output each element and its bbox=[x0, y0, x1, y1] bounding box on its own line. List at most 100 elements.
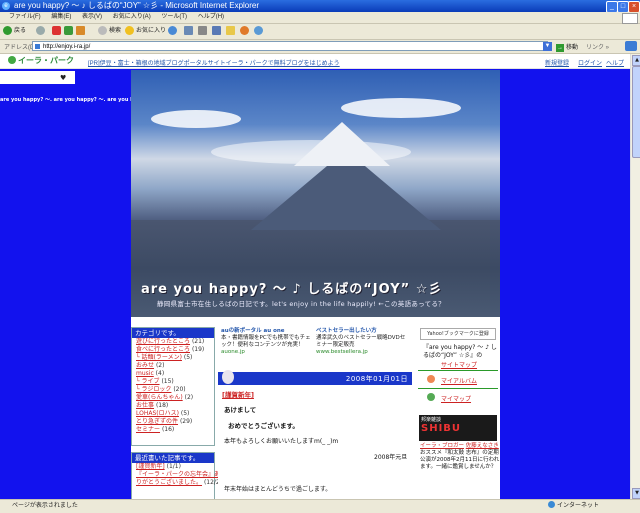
category-item[interactable]: とり急ぎずの件 (29) bbox=[132, 418, 214, 426]
favorites-button[interactable]: お気に入り bbox=[125, 26, 166, 37]
scroll-down-button[interactable]: ▼ bbox=[632, 488, 640, 499]
yahoo-bookmark-button[interactable]: Yahoo!ブックマークに登録 bbox=[420, 328, 496, 340]
security-zone: インターネット bbox=[548, 500, 599, 513]
links-button[interactable]: リンク » bbox=[586, 42, 609, 51]
print-icon bbox=[198, 26, 207, 35]
refresh-button[interactable] bbox=[64, 26, 75, 37]
globe-icon bbox=[548, 501, 555, 508]
blogger-name-link[interactable]: 佐藤えなさき bbox=[466, 443, 499, 449]
owl-icon bbox=[222, 370, 234, 384]
menu-bar: ファイル(F) 編集(E) 表示(V) お気に入り(A) ツール(T) ヘルプ(… bbox=[0, 12, 640, 24]
menu-edit[interactable]: 編集(E) bbox=[51, 14, 71, 20]
refresh-icon bbox=[64, 26, 73, 35]
recent-post-item[interactable]: 『イーラ・パークの忘年会』あ bbox=[132, 471, 220, 479]
divider bbox=[418, 370, 498, 371]
menu-help[interactable]: ヘルプ(H) bbox=[198, 14, 224, 20]
category-box: カテゴリです。 遊びに行ったところ (21) 食べに行ったところ (19) └ … bbox=[131, 327, 215, 446]
search-button[interactable]: 検索 bbox=[98, 26, 121, 37]
menu-view[interactable]: 表示(V) bbox=[82, 14, 102, 20]
go-label: 移動 bbox=[566, 45, 579, 51]
category-item[interactable]: └ ラジロック (20) bbox=[132, 386, 214, 394]
category-item[interactable]: └ 話麺(ラーメン) (5) bbox=[132, 354, 214, 362]
divider bbox=[418, 388, 498, 389]
album-icon bbox=[427, 375, 435, 383]
category-item[interactable]: 遊びに行ったところ (21) bbox=[132, 338, 214, 346]
home-button[interactable] bbox=[76, 26, 87, 37]
category-item[interactable]: お仕事 (18) bbox=[132, 402, 214, 410]
window-title-bar: e are you happy? ～ ♪ しるばの“JOY” ☆彡 - Micr… bbox=[0, 0, 640, 13]
recent-post-item[interactable]: [謹賀新年] (1/1) bbox=[132, 463, 214, 471]
messenger-button[interactable] bbox=[240, 26, 251, 37]
discuss-button[interactable] bbox=[226, 26, 237, 37]
login-link[interactable]: ログイン bbox=[578, 58, 602, 67]
vertical-scrollbar[interactable]: ▲ ▼ bbox=[630, 54, 640, 499]
category-item[interactable]: LOHAS(ロハス) (5) bbox=[132, 410, 214, 418]
research-button[interactable] bbox=[254, 26, 265, 37]
header-banner-image: are you happy? ～ ♪ しるばの“JOY” ☆彡 静岡県富士市在住… bbox=[131, 70, 500, 317]
snowcap-shape bbox=[294, 122, 390, 166]
blogger-link[interactable]: イーラ・ブロガー bbox=[420, 443, 464, 449]
entry-date: 2008年01月01日 bbox=[345, 375, 408, 383]
right-sidebar: Yahoo!ブックマークに登録 『are you happy? ～ ♪ しるばの… bbox=[415, 325, 500, 500]
pr-link[interactable]: [PR]伊豆・富士・箱根の地域ブログポータルサイトイーラ・パークで無料ブログをは… bbox=[88, 58, 340, 67]
ad-bestseller[interactable]: ベストセラー出したい方 通幸武久のベストセラー戦略DVDセミナー限定販売 www… bbox=[316, 328, 408, 356]
shibu-banner[interactable]: 邦楽雑談 SHIBU bbox=[419, 415, 497, 441]
blog-title[interactable]: are you happy? ～ ♪ しるばの“JOY” ☆彡 bbox=[141, 278, 442, 297]
heart-icon: ♥ bbox=[60, 74, 67, 82]
entry-line: おめでとうございます。 bbox=[228, 422, 299, 430]
sitemap-link[interactable]: サイトマップ bbox=[441, 360, 477, 369]
entry-line: 2008年元旦 bbox=[374, 454, 408, 461]
research-icon bbox=[254, 26, 263, 35]
history-button[interactable] bbox=[168, 26, 179, 37]
shibu-logo-text: SHIBU bbox=[421, 423, 462, 434]
recent-posts-box: 最近書いた記事です。 [謹賀新年] (1/1) 『イーラ・パークの忘年会』あ り… bbox=[131, 452, 226, 501]
blog-subtitle: 静岡県富士市在住しるばの日記です。let's enjoy in the life… bbox=[157, 300, 446, 308]
stop-button[interactable] bbox=[52, 26, 63, 37]
menu-favorites[interactable]: お気に入り(A) bbox=[113, 14, 151, 20]
category-item[interactable]: └ ライブ (15) bbox=[132, 378, 214, 386]
address-input[interactable]: http://enjoy.i-ra.jp/ bbox=[32, 41, 548, 51]
ad-title: auの新ポータル au one bbox=[221, 328, 285, 334]
toolbar-extra-icon[interactable] bbox=[625, 41, 637, 51]
cloud-shape bbox=[151, 110, 241, 128]
category-item[interactable]: 愛車(らんちゃん) (2) bbox=[132, 394, 214, 402]
album-link[interactable]: マイアルバム bbox=[441, 376, 477, 385]
ie-logo-icon: e bbox=[2, 2, 10, 10]
menu-file[interactable]: ファイル(F) bbox=[9, 14, 41, 20]
recent-post-item[interactable]: りがとうございました。 (12/29) bbox=[132, 479, 226, 487]
back-label: 戻る bbox=[14, 28, 27, 35]
ad-body: 通幸武久のベストセラー戦略DVDセミナー限定販売 bbox=[316, 335, 406, 348]
ad-title: ベストセラー出したい方 bbox=[316, 328, 377, 334]
mail-button[interactable] bbox=[184, 26, 195, 37]
address-dropdown-button[interactable]: ▼ bbox=[543, 42, 552, 51]
blog-entry: 2008年01月01日 [謹賀新年] あけまして おめでとうございます。 本年も… bbox=[218, 370, 412, 499]
go-button[interactable]: → 移動 bbox=[556, 42, 578, 52]
entry-line: 本年もよろしくお願いいたしますm(_ _)m bbox=[224, 438, 339, 445]
page-icon bbox=[35, 44, 40, 49]
register-link[interactable]: 新規登録 bbox=[545, 58, 569, 67]
category-item[interactable]: セミナー (16) bbox=[132, 426, 214, 434]
help-link[interactable]: ヘルプ bbox=[606, 58, 624, 67]
windows-flag-icon bbox=[622, 13, 638, 24]
scroll-up-button[interactable]: ▲ bbox=[632, 55, 640, 66]
home-icon bbox=[76, 26, 85, 35]
back-button[interactable]: 戻る bbox=[3, 26, 26, 37]
category-item[interactable]: 食べに行ったところ (19) bbox=[132, 346, 214, 354]
forward-button[interactable] bbox=[36, 26, 47, 37]
entry-category-link[interactable]: [謹賀新年] bbox=[222, 389, 254, 399]
print-button[interactable] bbox=[198, 26, 209, 37]
category-item[interactable]: music (4) bbox=[132, 370, 214, 378]
ad-url: auone.jp bbox=[221, 349, 245, 355]
history-icon bbox=[168, 26, 177, 35]
site-logo[interactable]: イーラ・パーク bbox=[8, 56, 74, 66]
stop-icon bbox=[52, 26, 61, 35]
menu-tools[interactable]: ツール(T) bbox=[161, 14, 187, 20]
ad-au-one[interactable]: auの新ポータル au one 本・書籍情報をPCでも携帯でもチェック！便利なコ… bbox=[221, 328, 311, 356]
edit-button[interactable] bbox=[212, 26, 223, 37]
map-link[interactable]: マイマップ bbox=[441, 394, 471, 403]
category-item[interactable]: おみせ (2) bbox=[132, 362, 214, 370]
ad-url: www.bestsellera.jp bbox=[316, 349, 368, 355]
scroll-thumb[interactable] bbox=[632, 66, 640, 158]
mail-icon bbox=[184, 26, 193, 35]
favorites-label: お気に入り bbox=[136, 28, 167, 35]
